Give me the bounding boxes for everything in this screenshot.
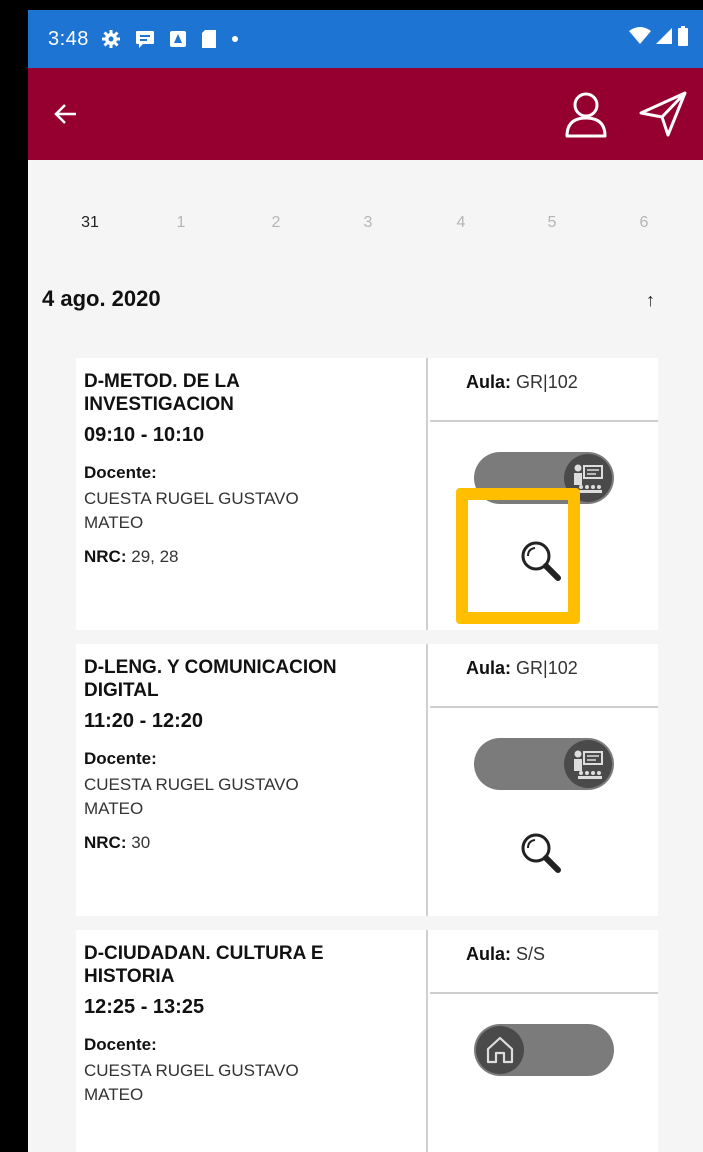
sd-card-icon bbox=[201, 29, 217, 49]
course-name: D-LENG. Y COMUNICACION DIGITAL bbox=[84, 656, 418, 702]
teacher-name: CUESTA RUGEL GUSTAVO MATEO bbox=[84, 1059, 418, 1107]
app-notification-icon bbox=[169, 30, 187, 48]
teacher-name-line: MATEO bbox=[84, 1085, 144, 1104]
date-item[interactable]: 6 bbox=[624, 214, 664, 232]
profile-button[interactable] bbox=[558, 86, 614, 142]
course-name: D-CIUDADAN. CULTURA E HISTORIA bbox=[84, 942, 418, 988]
class-time: 09:10 - 10:10 bbox=[84, 424, 205, 446]
classroom-row: Aula: GR|102 bbox=[430, 358, 658, 422]
arrow-left-icon bbox=[54, 104, 76, 124]
teacher-name-line: CUESTA RUGEL GUSTAVO bbox=[84, 489, 299, 508]
nrc-value: 30 bbox=[131, 833, 151, 852]
nrc-row: NRC: 29, 28 bbox=[84, 547, 418, 567]
classroom-row: Aula: GR|102 bbox=[430, 644, 658, 708]
course-name-line: D-LENG. Y COMUNICACION bbox=[84, 657, 337, 678]
course-name-line: HISTORIA bbox=[84, 966, 175, 987]
magnifier-icon[interactable] bbox=[516, 828, 568, 880]
battery-icon bbox=[677, 26, 689, 52]
class-info: D-METOD. DE LA INVESTIGACION 09:10 - 10:… bbox=[76, 358, 428, 630]
course-name: D-METOD. DE LA INVESTIGACION bbox=[84, 370, 418, 416]
date-item[interactable]: 1 bbox=[161, 214, 201, 232]
highlight-box bbox=[456, 488, 580, 624]
attendance-mode-toggle[interactable] bbox=[474, 1024, 614, 1076]
user-icon bbox=[565, 92, 607, 138]
classroom-row: Aula: S/S bbox=[430, 930, 658, 994]
nrc-label: NRC: bbox=[84, 547, 127, 566]
message-notification-icon bbox=[135, 29, 155, 49]
class-card[interactable]: D-CIUDADAN. CULTURA E HISTORIA 12:25 - 1… bbox=[76, 930, 658, 1152]
aula-label: Aula: bbox=[466, 944, 511, 964]
course-name-line: D-CIUDADAN. CULTURA E bbox=[84, 943, 324, 964]
back-button[interactable] bbox=[46, 94, 86, 134]
aula-value: GR|102 bbox=[516, 372, 578, 392]
dot-icon bbox=[231, 35, 239, 43]
teacher-name: CUESTA RUGEL GUSTAVO MATEO bbox=[84, 487, 418, 535]
teacher-name-line: MATEO bbox=[84, 513, 144, 532]
classroom-teacher-icon bbox=[564, 740, 612, 788]
day-title: 4 ago. 2020 bbox=[42, 286, 161, 311]
teacher-name-line: CUESTA RUGEL GUSTAVO bbox=[84, 775, 299, 794]
signal-icon bbox=[655, 27, 673, 51]
course-name-line: D-METOD. DE LA bbox=[84, 371, 240, 392]
class-actions: Aula: GR|102 bbox=[430, 644, 658, 916]
status-bar: 3:48 bbox=[28, 10, 703, 68]
sort-arrow-icon[interactable]: ↑ bbox=[646, 290, 655, 311]
aula-value: S/S bbox=[516, 944, 546, 964]
date-item[interactable]: 31 bbox=[70, 214, 110, 232]
teacher-name: CUESTA RUGEL GUSTAVO MATEO bbox=[84, 773, 418, 821]
date-item[interactable]: 5 bbox=[532, 214, 572, 232]
class-card[interactable]: D-LENG. Y COMUNICACION DIGITAL 11:20 - 1… bbox=[76, 644, 658, 916]
send-icon bbox=[639, 91, 687, 137]
aula-label: Aula: bbox=[466, 372, 511, 392]
attendance-mode-toggle[interactable] bbox=[474, 738, 614, 790]
teacher-label: Docente: bbox=[84, 749, 157, 768]
date-item[interactable]: 2 bbox=[256, 214, 296, 232]
aula-label: Aula: bbox=[466, 658, 511, 678]
settings-gear-icon bbox=[101, 29, 121, 49]
class-time: 11:20 - 12:20 bbox=[84, 710, 203, 732]
wifi-icon bbox=[629, 27, 651, 51]
class-info: D-CIUDADAN. CULTURA E HISTORIA 12:25 - 1… bbox=[76, 930, 428, 1152]
app-bar bbox=[28, 68, 703, 160]
date-item[interactable]: 3 bbox=[348, 214, 388, 232]
nrc-row: NRC: 30 bbox=[84, 833, 418, 853]
aula-value: GR|102 bbox=[516, 658, 578, 678]
date-item[interactable]: 4 bbox=[441, 214, 481, 232]
course-name-line: INVESTIGACION bbox=[84, 394, 234, 415]
nrc-label: NRC: bbox=[84, 833, 127, 852]
home-icon bbox=[476, 1026, 524, 1074]
status-time: 3:48 bbox=[48, 27, 89, 50]
course-name-line: DIGITAL bbox=[84, 680, 159, 701]
class-time: 12:25 - 13:25 bbox=[84, 996, 205, 1018]
class-actions: Aula: S/S bbox=[430, 930, 658, 1152]
status-indicators bbox=[629, 26, 689, 52]
class-info: D-LENG. Y COMUNICACION DIGITAL 11:20 - 1… bbox=[76, 644, 428, 916]
teacher-name-line: MATEO bbox=[84, 799, 144, 818]
teacher-label: Docente: bbox=[84, 463, 157, 482]
send-button[interactable] bbox=[632, 86, 694, 142]
phone-screen: 3:48 31 1 2 3 4 5 6 4 ago. 2020 ↑ D-METO… bbox=[28, 10, 703, 1152]
date-strip: 31 1 2 3 4 5 6 bbox=[28, 206, 703, 246]
nrc-value: 29, 28 bbox=[131, 547, 179, 566]
teacher-name-line: CUESTA RUGEL GUSTAVO bbox=[84, 1061, 299, 1080]
teacher-label: Docente: bbox=[84, 1035, 157, 1054]
